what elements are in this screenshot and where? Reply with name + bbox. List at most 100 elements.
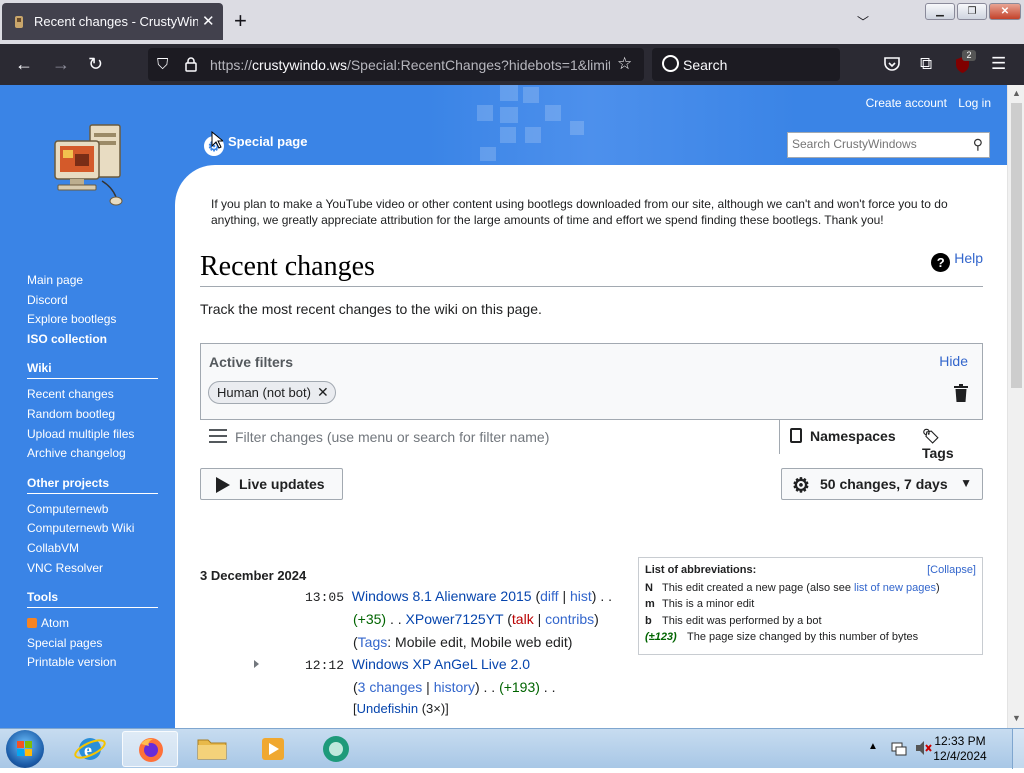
change-time: 12:12: [305, 658, 345, 673]
url-bar[interactable]: ⛉ https://crustywindo.ws/Special:RecentC…: [148, 48, 644, 81]
sidebar-item-main-page[interactable]: Main page: [27, 271, 167, 291]
extensions-icon[interactable]: ⧉: [920, 54, 932, 74]
filter-chip-human[interactable]: Human (not bot) ✕: [208, 381, 336, 404]
sidebar-item-recent-changes[interactable]: Recent changes: [27, 385, 167, 405]
abbreviations-title: List of abbreviations:: [645, 564, 757, 576]
expand-toggle-icon[interactable]: [254, 660, 259, 668]
tracking-shield-icon[interactable]: ⛉: [157, 56, 168, 73]
start-button[interactable]: [6, 730, 44, 768]
tab-title: Recent changes - CrustyWindo: [34, 14, 198, 29]
reload-icon[interactable]: ↻: [88, 54, 103, 74]
collapse-link[interactable]: [Collapse]: [927, 564, 976, 576]
results-options-button[interactable]: ⚙ 50 changes, 7 days ▼: [781, 468, 983, 500]
abbreviation-key: (±123): [645, 631, 677, 643]
site-notice: If you plan to make a YouTube video or o…: [211, 197, 948, 227]
change-time: 13:05: [305, 590, 345, 605]
app-menu-icon[interactable]: ☰: [991, 54, 1006, 74]
changes-link[interactable]: 3 changes: [358, 679, 423, 695]
diff-link[interactable]: diff: [540, 588, 558, 604]
sidebar-item-computernewb-wiki[interactable]: Computernewb Wiki: [27, 519, 167, 539]
sidebar-item-explore-bootlegs[interactable]: Explore bootlegs: [27, 310, 167, 330]
size-change: (+193): [499, 679, 540, 695]
list-all-tabs-icon[interactable]: ﹀: [857, 13, 869, 30]
bookmark-star-icon[interactable]: ☆: [617, 54, 632, 74]
search-icon[interactable]: ⚲: [973, 136, 983, 153]
sidebar-item-iso-collection[interactable]: ISO collection: [27, 330, 167, 350]
new-tab-button[interactable]: +: [234, 9, 247, 33]
sidebar-item-archive-changelog[interactable]: Archive changelog: [27, 444, 167, 464]
namespaces-button[interactable]: Namespaces: [779, 420, 906, 454]
show-hidden-icons[interactable]: ▲: [868, 741, 878, 752]
tags-link[interactable]: Tags: [358, 634, 388, 650]
scroll-up-arrow-icon[interactable]: ▲: [1012, 88, 1021, 98]
vertical-scrollbar[interactable]: ▲ ▼: [1007, 85, 1024, 728]
help-link[interactable]: ? Help: [931, 250, 983, 272]
browser-search-box[interactable]: Search: [652, 48, 840, 81]
window-caption-buttons: ▁ ❐ ✕: [925, 3, 1021, 20]
close-window-button[interactable]: ✕: [989, 3, 1021, 20]
rss-feed-icon: [27, 618, 37, 629]
tags-label: Tags: [922, 445, 954, 461]
forward-icon[interactable]: →: [52, 54, 70, 74]
filter-input-placeholder[interactable]: Filter changes (use menu or search for f…: [235, 429, 549, 445]
back-icon[interactable]: ←: [15, 54, 33, 74]
history-link[interactable]: history: [434, 679, 475, 695]
change-page-link[interactable]: Windows 8.1 Alienware 2015: [352, 588, 532, 604]
url-text[interactable]: https://crustywindo.ws/Special:RecentCha…: [210, 57, 610, 73]
sidebar-item-discord[interactable]: Discord: [27, 291, 167, 311]
site-favicon-icon: [15, 16, 23, 28]
minimize-button[interactable]: ▁: [925, 3, 955, 20]
scrollbar-thumb[interactable]: [1011, 103, 1022, 388]
sidebar-item-vnc-resolver[interactable]: VNC Resolver: [27, 559, 167, 579]
sidebar-item-collabvm[interactable]: CollabVM: [27, 539, 167, 559]
sidebar-item-upload-multiple[interactable]: Upload multiple files: [27, 425, 167, 445]
sidebar-item-computernewb[interactable]: Computernewb: [27, 500, 167, 520]
taskbar-internet-explorer[interactable]: e: [62, 731, 118, 767]
login-link[interactable]: Log in: [958, 96, 991, 110]
lock-icon[interactable]: [185, 57, 197, 72]
filter-menu-icon[interactable]: [209, 429, 227, 443]
change-page-link[interactable]: Windows XP AnGeL Live 2.0: [352, 656, 530, 672]
wiki-search[interactable]: ⚲: [787, 132, 990, 158]
user-link[interactable]: Undefishin: [357, 701, 418, 716]
sidebar-item-special-pages[interactable]: Special pages: [27, 634, 167, 654]
taskbar-explorer[interactable]: [184, 731, 240, 767]
sidebar-item-random-bootleg[interactable]: Random bootleg: [27, 405, 167, 425]
new-pages-link[interactable]: list of new pages: [854, 582, 936, 594]
network-icon[interactable]: [890, 739, 908, 757]
hide-filters-link[interactable]: Hide: [939, 353, 968, 369]
restore-button[interactable]: ❐: [957, 3, 987, 20]
live-updates-button[interactable]: Live updates: [200, 468, 343, 500]
navigation-toolbar: ← → ↻ ⛉ https://crustywindo.ws/Special:R…: [0, 44, 1024, 85]
abbreviations-legend: List of abbreviations: [Collapse] N This …: [638, 557, 983, 655]
user-link[interactable]: XPower7125YT: [406, 611, 504, 627]
sidebar-item-atom[interactable]: Atom: [27, 614, 167, 634]
wiki-search-input[interactable]: [792, 137, 962, 151]
taskbar-app[interactable]: [307, 731, 363, 767]
pocket-icon[interactable]: [883, 56, 901, 72]
hist-link[interactable]: hist: [570, 588, 592, 604]
contribs-link[interactable]: contribs: [545, 611, 594, 627]
talk-link[interactable]: talk: [512, 611, 534, 627]
sidebar-item-printable-version[interactable]: Printable version: [27, 653, 167, 673]
list-item: 12:12 Windows XP AnGeL Live 2.0: [305, 653, 530, 677]
remove-filter-icon[interactable]: ✕: [317, 384, 329, 400]
tags-button[interactable]: 🏷Tags: [912, 420, 983, 461]
tab-recent-changes[interactable]: Recent changes - CrustyWindo ✕: [2, 3, 223, 40]
show-desktop-button[interactable]: [1012, 729, 1024, 769]
trash-icon[interactable]: [954, 384, 968, 402]
filter-input-bar[interactable]: Filter changes (use menu or search for f…: [200, 419, 983, 461]
app-icon: [323, 736, 349, 762]
scroll-down-arrow-icon[interactable]: ▼: [1012, 713, 1021, 723]
site-logo[interactable]: [50, 123, 126, 209]
taskbar-media-player[interactable]: [245, 731, 301, 767]
firefox-icon: [139, 738, 163, 762]
system-clock[interactable]: 12:33 PM 12/4/2024: [930, 734, 990, 764]
tab-close-icon[interactable]: ✕: [202, 12, 215, 30]
browser-search-placeholder: Search: [683, 57, 728, 73]
taskbar-firefox[interactable]: [122, 731, 178, 767]
namespaces-icon: [790, 428, 802, 443]
create-account-link[interactable]: Create account: [866, 96, 947, 110]
folder-icon: [197, 739, 227, 760]
url-host: crustywindo.ws: [252, 57, 347, 73]
